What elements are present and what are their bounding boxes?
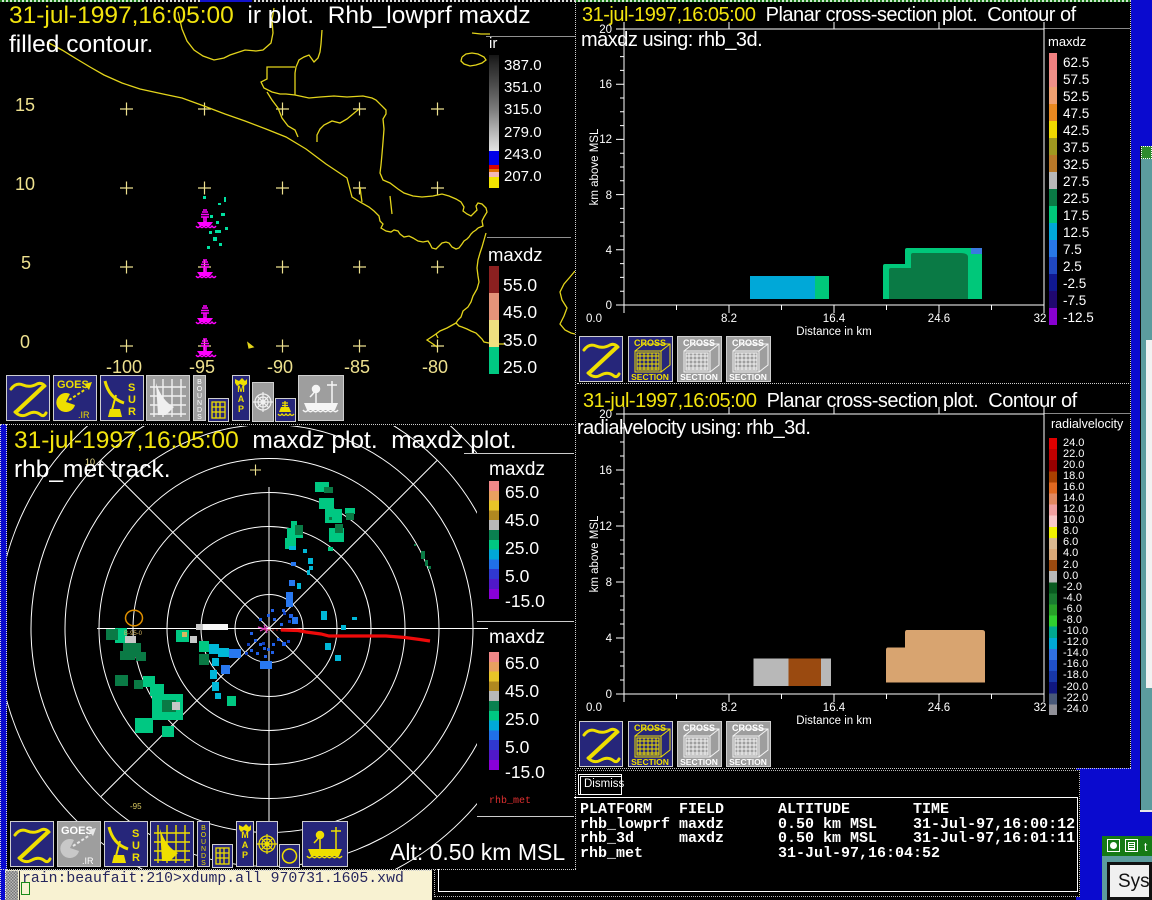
svg-text:8.2: 8.2 [721, 702, 737, 714]
svg-text:-95: -95 [130, 802, 142, 811]
svg-text:16: 16 [599, 465, 612, 477]
svg-text:4: 4 [606, 245, 613, 257]
svg-text:24.6: 24.6 [928, 313, 950, 325]
svg-text:Distance in km: Distance in km [796, 715, 871, 727]
svg-text:16: 16 [599, 79, 612, 91]
svg-text:0: 0 [606, 300, 612, 312]
svg-text:Distance in km: Distance in km [796, 326, 871, 338]
svg-text:8: 8 [606, 190, 612, 202]
svg-text:B-95-0: B-95-0 [124, 631, 143, 637]
svg-text:16.4: 16.4 [823, 313, 846, 325]
svg-text:4: 4 [606, 633, 613, 645]
svg-text:12: 12 [599, 134, 612, 146]
svg-text:12: 12 [599, 521, 612, 533]
svg-text:0.0: 0.0 [586, 313, 602, 325]
svg-text:km above MSL: km above MSL [589, 128, 601, 205]
svg-text:32: 32 [1034, 702, 1047, 714]
svg-text:16.4: 16.4 [823, 702, 846, 714]
svg-text:8.2: 8.2 [721, 313, 737, 325]
svg-text:8: 8 [606, 577, 612, 589]
svg-text:32: 32 [1034, 313, 1047, 325]
svg-text:km above MSL: km above MSL [589, 515, 601, 592]
svg-text:24.6: 24.6 [928, 702, 950, 714]
svg-text:0.0: 0.0 [586, 702, 602, 714]
svg-text:0: 0 [606, 689, 612, 701]
